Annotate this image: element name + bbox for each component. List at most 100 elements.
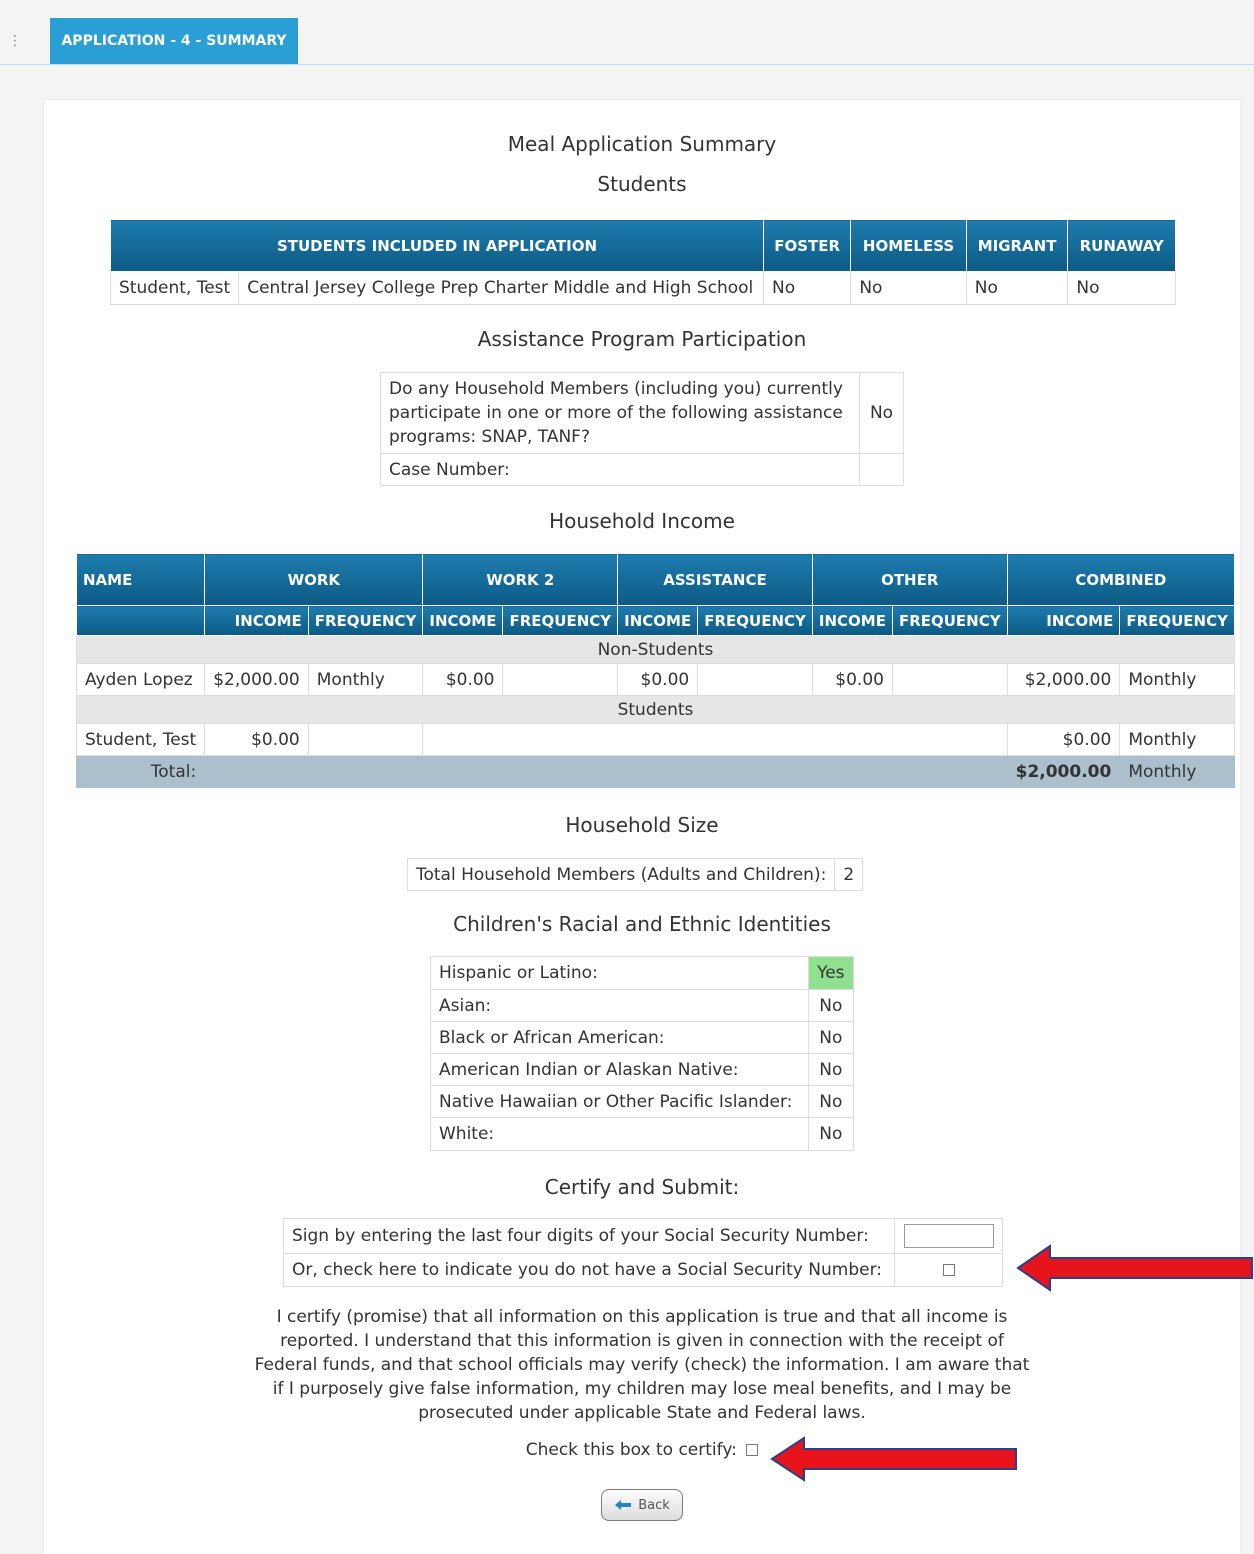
assistance-answer: No [859, 372, 904, 454]
income-table: NAME WORK WORK 2 ASSISTANCE OTHER COMBIN… [75, 553, 1235, 788]
racial-value: No [807, 1053, 855, 1086]
combined-frequency: Monthly [1119, 663, 1235, 696]
total-combined-income: $2,000.00 [1006, 755, 1121, 788]
red-arrow-ssn-icon [1016, 1244, 1253, 1292]
migrant-value: No [965, 271, 1069, 305]
table-row: Ayden Lopez $2,000.00 Monthly $0.00 $0.0… [75, 663, 1235, 696]
total-label: Total: [75, 755, 206, 788]
sub-work2-income: INCOME [422, 605, 504, 636]
col-work: WORK [204, 553, 424, 606]
tab-application-summary[interactable]: APPLICATION - 4 - SUMMARY [50, 18, 298, 64]
student-work-income: $0.00 [204, 723, 309, 756]
sub-other-frequency: FREQUENCY [891, 605, 1008, 636]
student-income-name: Student, Test [75, 723, 206, 756]
assistance-question: Do any Household Members (including you)… [380, 372, 860, 454]
work-income: $2,000.00 [204, 663, 309, 696]
ssn-table: Sign by entering the last four digits of… [282, 1218, 1003, 1287]
work2-frequency [502, 663, 619, 696]
back-button[interactable]: Back [601, 1489, 683, 1521]
income-name: Ayden Lopez [75, 663, 206, 696]
students-title: Students [597, 172, 687, 196]
back-arrow-icon [615, 1500, 632, 1510]
students-table: STUDENTS INCLUDED IN APPLICATION FOSTER … [110, 219, 1176, 305]
racial-value: No [807, 1021, 855, 1054]
racial-label: American Indian or Alaskan Native: [430, 1053, 809, 1086]
student-combined-frequency: Monthly [1119, 723, 1235, 756]
racial-value: No [807, 989, 855, 1022]
income-title: Household Income [549, 509, 735, 533]
assistance-title: Assistance Program Participation [477, 327, 807, 351]
sub-assist-frequency: FREQUENCY [697, 605, 813, 636]
certify-label: Check this box to certify: [525, 1440, 737, 1460]
back-label: Back [638, 1497, 670, 1513]
col-migrant: MIGRANT [965, 219, 1069, 272]
sub-combined-income: INCOME [1006, 605, 1121, 636]
certify-checkbox[interactable] [746, 1444, 759, 1456]
racial-title: Children's Racial and Ethnic Identities [453, 912, 831, 936]
racial-label: Asian: [430, 989, 809, 1022]
certification-statement: I certify (promise) that all information… [254, 1307, 1030, 1423]
racial-label: Native Hawaiian or Other Pacific Islande… [430, 1085, 809, 1118]
assistance-table: Do any Household Members (including you)… [380, 372, 904, 486]
total-span [204, 755, 1008, 788]
other-frequency [891, 663, 1008, 696]
student-cell: Student, Test Central Jersey College Pre… [110, 271, 764, 305]
racial-value: No [807, 1117, 855, 1151]
sub-assist-income: INCOME [617, 605, 699, 636]
student-work-frequency [307, 723, 424, 756]
table-row: Student, Test Central Jersey College Pre… [110, 271, 1176, 305]
student-name: Student, Test [111, 272, 240, 304]
combined-income: $2,000.00 [1006, 663, 1121, 696]
ssn-input[interactable] [903, 1224, 994, 1248]
runaway-value: No [1067, 271, 1176, 305]
col-combined: COMBINED [1006, 553, 1235, 606]
other-income: $0.00 [811, 663, 893, 696]
homeless-value: No [850, 271, 967, 305]
col-name: NAME [75, 553, 206, 606]
sub-blank [75, 605, 206, 636]
racial-value: No [807, 1085, 855, 1118]
col-other: OTHER [811, 553, 1008, 606]
household-size-value: 2 [834, 858, 864, 891]
sub-work-frequency: FREQUENCY [307, 605, 424, 636]
top-tab-bar: ⋮ APPLICATION - 4 - SUMMARY [0, 0, 1254, 66]
sub-work-income: INCOME [204, 605, 309, 636]
certify-row: Check this box to certify: [44, 1440, 1240, 1460]
col-homeless: HOMELESS [850, 219, 967, 272]
col-foster: FOSTER [762, 219, 852, 272]
students-label: Students [76, 695, 1235, 724]
racial-label: White: [430, 1117, 809, 1151]
tab-underline [0, 64, 1254, 65]
case-number-value [859, 453, 904, 486]
student-empty-span [422, 723, 1008, 756]
assist-frequency [697, 663, 813, 696]
work2-income: $0.00 [422, 663, 504, 696]
household-size-label: Total Household Members (Adults and Chil… [406, 858, 836, 891]
ssn-label: Sign by entering the last four digits of… [282, 1218, 896, 1254]
table-row: Student, Test $0.00 $0.00 Monthly [75, 723, 1235, 756]
assist-income: $0.00 [617, 663, 699, 696]
menu-dots-icon[interactable]: ⋮ [8, 33, 22, 49]
non-students-label: Non-Students [76, 635, 1235, 664]
col-work2: WORK 2 [422, 553, 619, 606]
col-assistance: ASSISTANCE [617, 553, 813, 606]
student-combined-income: $0.00 [1006, 723, 1121, 756]
racial-table: Hispanic or Latino: Yes Asian: No Black or… [430, 956, 855, 1151]
sub-other-income: INCOME [811, 605, 893, 636]
no-ssn-checkbox[interactable] [942, 1264, 955, 1276]
racial-label: Black or African American: [430, 1021, 809, 1054]
foster-value: No [762, 271, 852, 305]
case-number-label: Case Number: [380, 453, 860, 486]
col-runaway: RUNAWAY [1067, 219, 1176, 272]
household-size-table: Total Household Members (Adults and Chil… [406, 858, 864, 891]
racial-value: Yes [807, 956, 855, 990]
red-arrow-certify-icon [770, 1436, 1017, 1482]
col-students-included: STUDENTS INCLUDED IN APPLICATION [110, 219, 764, 272]
certify-title: Certify and Submit: [544, 1175, 740, 1199]
no-ssn-label: Or, check here to indicate you do not ha… [282, 1253, 896, 1287]
sub-work2-frequency: FREQUENCY [502, 605, 619, 636]
student-school: Central Jersey College Prep Charter Midd… [247, 278, 754, 298]
sub-combined-frequency: FREQUENCY [1119, 605, 1235, 636]
household-size-title: Household Size [565, 813, 719, 837]
work-frequency: Monthly [307, 663, 424, 696]
